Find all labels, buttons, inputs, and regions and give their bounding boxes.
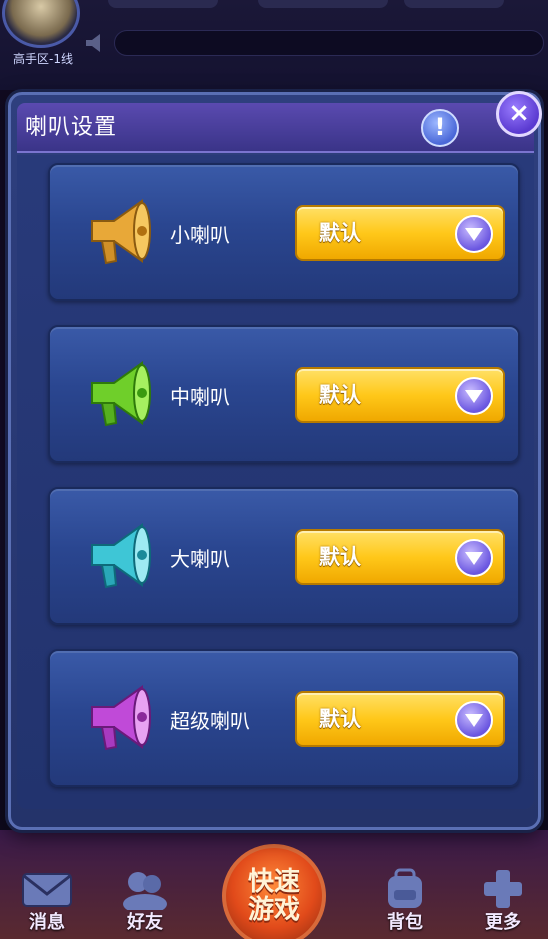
horn-row-medium: 中喇叭 默认: [48, 325, 520, 463]
select-value: 默认: [319, 221, 361, 245]
announcement-marquee: [114, 30, 544, 56]
horn-style-select[interactable]: 默认: [295, 205, 505, 261]
nav-messages[interactable]: 消息: [12, 868, 82, 934]
envelope-icon: [22, 873, 72, 907]
chevron-down-icon[interactable]: [455, 539, 493, 577]
horn-row-small: 小喇叭 默认: [48, 163, 520, 301]
dialog-header: 喇叭设置 !: [17, 103, 534, 153]
top-currency-pill: [404, 0, 504, 8]
purple-horn-icon: [91, 685, 151, 751]
green-horn-icon: [91, 361, 151, 427]
horn-label: 中喇叭: [170, 385, 230, 409]
select-value: 默认: [319, 383, 361, 407]
chevron-down-icon[interactable]: [455, 215, 493, 253]
select-value: 默认: [319, 545, 361, 569]
nav-label: 好友: [127, 912, 163, 933]
horn-style-select[interactable]: 默认: [295, 529, 505, 585]
top-currency-pill: [108, 0, 218, 8]
nav-label: 消息: [29, 912, 65, 933]
quick-play-label-line2: 游戏: [247, 895, 300, 925]
quick-play-button[interactable]: 快速 游戏: [222, 844, 326, 939]
nav-friends[interactable]: 好友: [110, 868, 180, 934]
info-icon[interactable]: !: [421, 109, 459, 147]
horn-style-select[interactable]: 默认: [295, 691, 505, 747]
zone-label: 高手区-1线: [13, 52, 73, 66]
horn-style-select[interactable]: 默认: [295, 367, 505, 423]
horn-label: 超级喇叭: [170, 709, 250, 733]
nav-backpack[interactable]: 背包: [370, 868, 440, 934]
horn-row-large: 大喇叭 默认: [48, 487, 520, 625]
chevron-down-icon[interactable]: [455, 377, 493, 415]
horn-label: 大喇叭: [170, 547, 230, 571]
plus-icon: [484, 870, 522, 908]
gold-horn-icon: [91, 199, 151, 265]
teal-horn-icon: [91, 523, 151, 589]
nav-label: 更多: [485, 912, 521, 933]
horn-settings-dialog: 喇叭设置 ! × 小喇叭 默认 中喇叭 默认 大喇叭 默认 超级喇叭 默认: [8, 91, 542, 830]
select-value: 默认: [319, 707, 361, 731]
close-button[interactable]: ×: [496, 91, 542, 137]
horn-label: 小喇叭: [170, 223, 230, 247]
announcement-horn-icon[interactable]: [84, 32, 108, 54]
dialog-body: 小喇叭 默认 中喇叭 默认 大喇叭 默认 超级喇叭 默认: [17, 155, 534, 809]
nav-label: 背包: [387, 912, 423, 933]
horn-row-super: 超级喇叭 默认: [48, 649, 520, 787]
friends-icon: [123, 872, 167, 910]
chevron-down-icon[interactable]: [455, 701, 493, 739]
top-currency-pill: [258, 0, 388, 8]
dialog-title: 喇叭设置: [25, 115, 118, 140]
game-screen: 高手区-1线 消息 好友 快速 游戏 背包 更多 喇叭设置 ! × 小喇叭 默认…: [0, 0, 548, 939]
quick-play-label-line1: 快速: [247, 867, 300, 897]
nav-more[interactable]: 更多: [468, 868, 538, 934]
backpack-icon: [388, 868, 422, 908]
